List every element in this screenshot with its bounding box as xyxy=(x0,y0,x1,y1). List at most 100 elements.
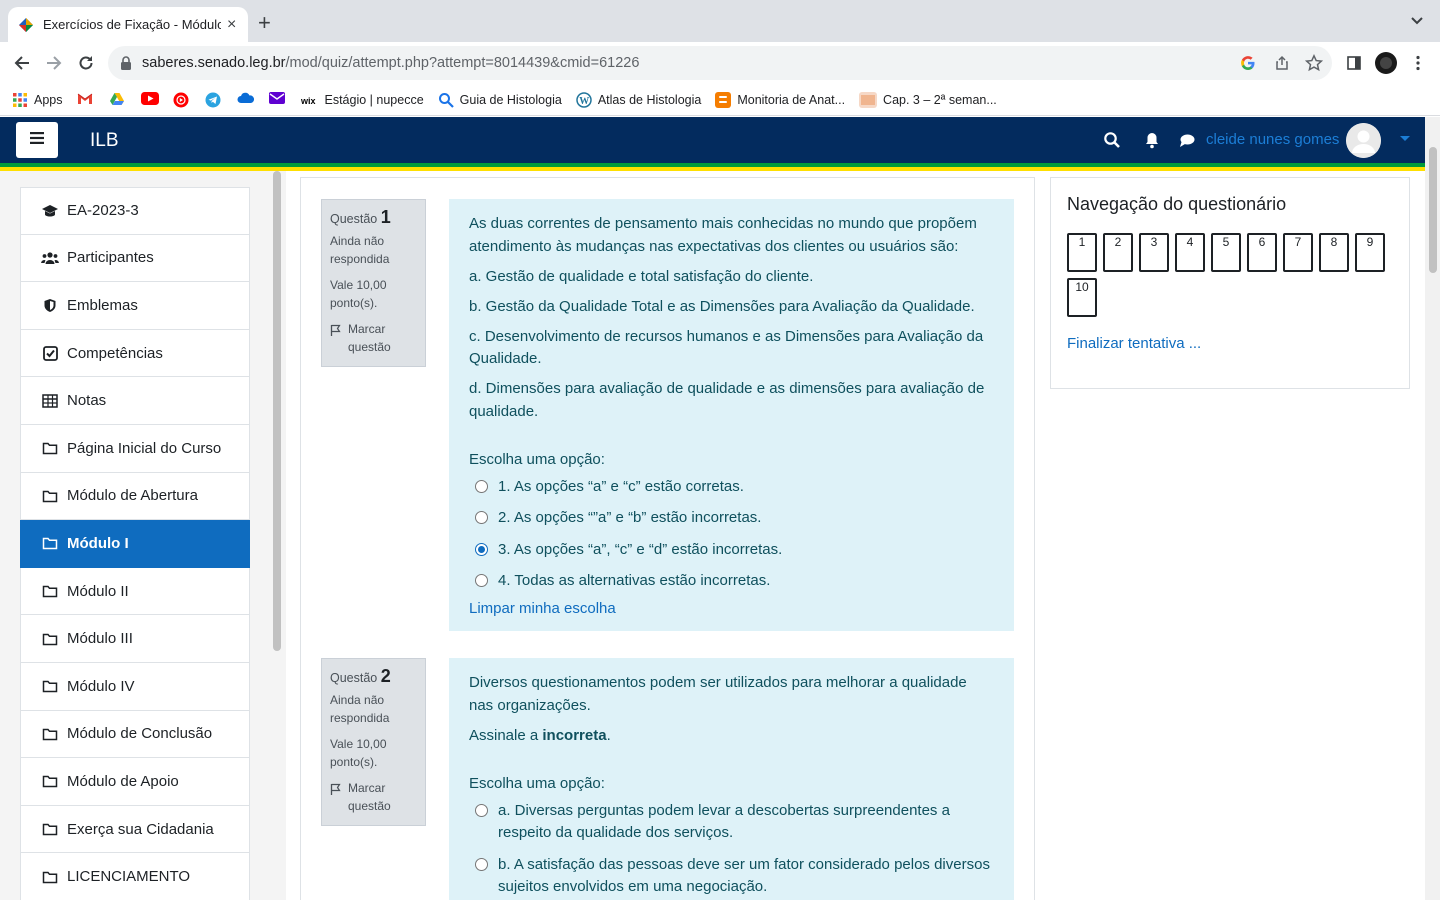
quiz-nav-button-2[interactable]: 2 xyxy=(1103,233,1133,272)
drawer-item-3[interactable]: Emblemas xyxy=(20,282,250,330)
bookmark-atlas[interactable]: W Atlas de Histologia xyxy=(576,91,701,108)
quiz-nav-button-8[interactable]: 8 xyxy=(1319,233,1349,272)
radio-button[interactable] xyxy=(475,803,488,817)
quiz-nav-button-7[interactable]: 7 xyxy=(1283,233,1313,272)
question-1-state: Ainda não respondida xyxy=(330,234,390,266)
question-1-option-3[interactable]: 3. As opções “a”, “c” e “d” estão incorr… xyxy=(469,539,994,562)
side-panel-icon[interactable] xyxy=(1342,51,1366,75)
flag-icon xyxy=(330,323,342,336)
drawer-item-14[interactable]: Exerça sua Cidadania xyxy=(20,805,250,854)
bookmark-apps-label: Apps xyxy=(34,92,63,107)
wix-icon: wix xyxy=(300,92,319,108)
wordpress-icon: W xyxy=(576,91,592,108)
url-path: /mod/quiz/attempt.php?attempt=8014439&cm… xyxy=(285,55,640,71)
radio-button-checked[interactable] xyxy=(475,542,488,556)
chevron-down-icon[interactable] xyxy=(1410,14,1424,28)
drawer-item-label: Módulo de Conclusão xyxy=(67,725,213,743)
quiz-nav-button-3[interactable]: 3 xyxy=(1139,233,1169,272)
star-bookmark-icon[interactable] xyxy=(1305,46,1323,80)
drawer-item-9[interactable]: Módulo II xyxy=(20,567,250,616)
instruction-bold: incorreta xyxy=(542,726,607,744)
gmail-icon[interactable] xyxy=(77,92,95,108)
bookmark-apps[interactable]: Apps xyxy=(12,92,63,108)
share-icon[interactable] xyxy=(1274,46,1290,80)
back-arrow-icon[interactable] xyxy=(10,51,34,75)
drawer-item-13[interactable]: Módulo de Apoio xyxy=(20,758,250,806)
bookmark-monitoria[interactable]: Monitoria de Anat... xyxy=(715,91,845,108)
drawer-item-2[interactable]: Participantes xyxy=(20,234,250,283)
page-scrollbar-thumb[interactable] xyxy=(1429,147,1437,273)
drawer-toggle-button[interactable] xyxy=(16,122,58,158)
address-bar[interactable]: saberes.senado.leg.br/mod/quiz/attempt.p… xyxy=(108,46,1332,80)
quiz-nav-button-5[interactable]: 5 xyxy=(1211,233,1241,272)
course-drawer: EA-2023-3 Participantes Emblemas Competênci… xyxy=(0,171,286,900)
drawer-item-8[interactable]: Módulo I xyxy=(20,520,250,568)
bookmark-cap[interactable]: Cap. 3 – 2ª seman... xyxy=(859,91,997,108)
question-2-text: Diversos questionamentos podem ser utili… xyxy=(469,674,967,714)
drawer-item-label: EA-2023-3 xyxy=(67,202,139,220)
radio-button[interactable] xyxy=(475,479,488,493)
site-favicon-icon xyxy=(18,17,34,33)
search-icon[interactable] xyxy=(1103,131,1121,149)
messages-icon[interactable] xyxy=(1178,131,1196,149)
onedrive-cloud-icon[interactable] xyxy=(237,92,255,108)
user-menu-caret-icon[interactable] xyxy=(1400,136,1410,141)
forward-arrow-icon[interactable] xyxy=(42,51,66,75)
google-icon[interactable] xyxy=(1240,46,1256,80)
finish-attempt-link[interactable]: Finalizar tentativa ... xyxy=(1067,335,1201,352)
lock-icon[interactable] xyxy=(120,56,132,70)
quiz-nav-button-4[interactable]: 4 xyxy=(1175,233,1205,272)
question-2-flag-label: Marcar questão xyxy=(348,781,391,813)
youtube-music-icon[interactable] xyxy=(173,92,191,108)
question-1-statement-b: b. Gestão da Qualidade Total e as Dimens… xyxy=(469,297,975,315)
drawer-item-11[interactable]: Módulo IV xyxy=(20,662,250,711)
folder-icon xyxy=(41,726,59,742)
reload-icon[interactable] xyxy=(74,51,98,75)
drawer-scrollbar[interactable] xyxy=(273,171,281,651)
yahoo-mail-icon[interactable] xyxy=(268,91,287,108)
bookmark-estagio[interactable]: wix Estágio | nupecce xyxy=(300,92,424,108)
radio-button[interactable] xyxy=(475,511,488,524)
quiz-nav-button-6[interactable]: 6 xyxy=(1247,233,1277,272)
telegram-icon[interactable] xyxy=(205,92,223,108)
google-drive-icon[interactable] xyxy=(109,92,127,108)
drawer-item-12[interactable]: Módulo de Conclusão xyxy=(20,710,250,759)
drawer-item-15[interactable]: LICENCIAMENTO xyxy=(20,853,250,900)
quiz-navigation-block: Navegação do questionário 1 2 3 4 5 6 7 8 9 10 Fi… xyxy=(1050,177,1410,389)
tab-close-icon[interactable]: × xyxy=(227,16,236,34)
question-1-option-4[interactable]: 4. Todas as alternativas estão incorreta… xyxy=(469,570,994,593)
user-name[interactable]: cleide nunes gomes xyxy=(1206,131,1339,148)
new-tab-button[interactable]: + xyxy=(258,12,271,34)
drawer-item-4[interactable]: Competências xyxy=(20,329,250,378)
drawer-item-6[interactable]: Página Inicial do Curso xyxy=(20,424,250,473)
drawer-item-10[interactable]: Módulo III xyxy=(20,615,250,663)
quiz-nav-button-10[interactable]: 10 xyxy=(1067,278,1097,317)
question-1-option-1[interactable]: 1. As opções “a” e “c” estão corretas. xyxy=(469,476,994,499)
site-brand[interactable]: ILB xyxy=(90,130,119,152)
question-1-statement-d: d. Dimensões para avaliação de qualidade… xyxy=(469,380,985,420)
browser-tab[interactable]: Exercícios de Fixação - Módulo I × xyxy=(8,7,248,42)
tab-title: Exercícios de Fixação - Módulo I xyxy=(43,17,221,32)
drawer-item-7[interactable]: Módulo de Abertura xyxy=(20,472,250,521)
radio-button[interactable] xyxy=(475,574,488,587)
bookmark-guia[interactable]: Guia de Histologia xyxy=(438,92,562,108)
quiz-nav-button-9[interactable]: 9 xyxy=(1355,233,1385,272)
more-menu-icon[interactable] xyxy=(1406,51,1430,75)
drawer-item-5[interactable]: Notas xyxy=(20,377,250,425)
question-1-text: As duas correntes de pensamento mais con… xyxy=(469,215,977,255)
bookmark-cap-label: Cap. 3 – 2ª seman... xyxy=(883,92,997,107)
question-1-option-2[interactable]: 2. As opções “”a” e “b” estão incorretas… xyxy=(469,507,994,530)
question-2-flag[interactable]: Marcar questão xyxy=(330,779,417,815)
bell-icon[interactable] xyxy=(1143,131,1161,149)
question-2-option-a[interactable]: a. Diversas perguntas podem levar a desc… xyxy=(469,800,994,845)
quiz-nav-button-1[interactable]: 1 xyxy=(1067,233,1097,272)
drawer-item-label: Módulo I xyxy=(67,534,129,552)
clear-choice-link[interactable]: Limpar minha escolha xyxy=(469,598,994,621)
drawer-item-1[interactable]: EA-2023-3 xyxy=(20,187,250,235)
question-1-flag[interactable]: Marcar questão xyxy=(330,320,417,356)
youtube-icon[interactable] xyxy=(140,91,159,108)
radio-button[interactable] xyxy=(475,857,488,871)
question-2-option-b[interactable]: b. A satisfação das pessoas deve ser um … xyxy=(469,854,994,899)
user-avatar[interactable] xyxy=(1346,123,1381,158)
profile-avatar-icon[interactable] xyxy=(1374,51,1398,75)
